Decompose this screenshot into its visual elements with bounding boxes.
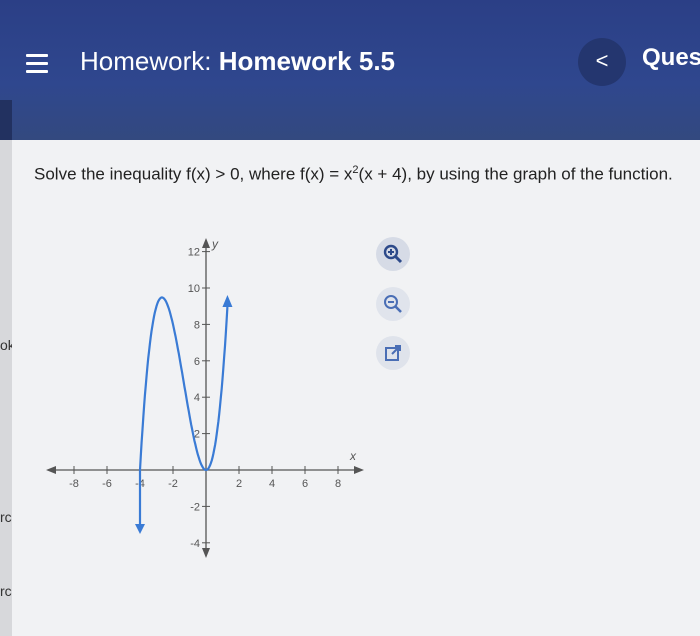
left-edge-accent bbox=[0, 100, 12, 140]
grid-and-axes bbox=[46, 238, 364, 558]
menu-icon[interactable] bbox=[26, 54, 48, 74]
x-tick-label: 6 bbox=[302, 478, 308, 490]
external-link-icon bbox=[385, 345, 401, 361]
y-tick-label: 8 bbox=[194, 319, 200, 331]
function-graph: -8 -6 -4 -2 2 4 6 8 12108642-2-4 x y bbox=[46, 237, 364, 558]
y-tick-label: 6 bbox=[194, 356, 200, 368]
x-tick-label: -6 bbox=[102, 478, 112, 490]
open-graph-button[interactable] bbox=[376, 336, 410, 370]
header-bar: Homework: Homework 5.5 < Ques bbox=[0, 0, 700, 140]
x-axis-label: x bbox=[349, 449, 357, 463]
left-sidebar bbox=[0, 140, 12, 636]
x-tick-label: 4 bbox=[269, 478, 275, 490]
y-tick-group: 12108642-2-4 bbox=[188, 247, 210, 550]
question-text-after: (x + 4), by using the graph of the funct… bbox=[358, 164, 673, 184]
x-tick-label: -2 bbox=[168, 478, 178, 490]
y-axis-arrow-up bbox=[202, 238, 210, 248]
zoom-out-button[interactable] bbox=[376, 287, 410, 321]
previous-button[interactable]: < bbox=[578, 38, 626, 86]
x-tick-label: 8 bbox=[335, 478, 341, 490]
function-curve bbox=[138, 296, 229, 526]
question-text: Solve the inequality f(x) > 0, where f(x… bbox=[34, 158, 674, 187]
question-text-before: Solve the inequality f(x) > 0, where f(x… bbox=[34, 164, 353, 184]
curve-arrow-up bbox=[222, 294, 233, 307]
y-tick-label: -4 bbox=[190, 538, 200, 550]
title-prefix: Homework: bbox=[80, 46, 212, 76]
x-axis-arrow-right bbox=[354, 466, 364, 474]
title-name: Homework 5.5 bbox=[218, 46, 396, 76]
y-tick-label: 10 bbox=[188, 283, 200, 295]
y-tick-label: 4 bbox=[194, 392, 200, 404]
x-tick-label: -8 bbox=[69, 478, 79, 490]
y-axis-label: y bbox=[211, 237, 219, 251]
curve-arrow-down bbox=[135, 524, 145, 534]
zoom-in-button[interactable] bbox=[376, 237, 410, 271]
x-axis-arrow-left bbox=[46, 466, 56, 474]
page-title: Homework: Homework 5.5 bbox=[80, 46, 395, 77]
x-tick-label: 2 bbox=[236, 478, 242, 490]
y-axis-arrow-down bbox=[202, 548, 210, 558]
y-tick-label: 12 bbox=[188, 247, 200, 259]
y-tick-label: -2 bbox=[190, 501, 200, 513]
question-nav-label[interactable]: Ques bbox=[642, 44, 700, 72]
zoom-in-icon bbox=[383, 244, 403, 264]
zoom-out-icon bbox=[384, 295, 402, 313]
